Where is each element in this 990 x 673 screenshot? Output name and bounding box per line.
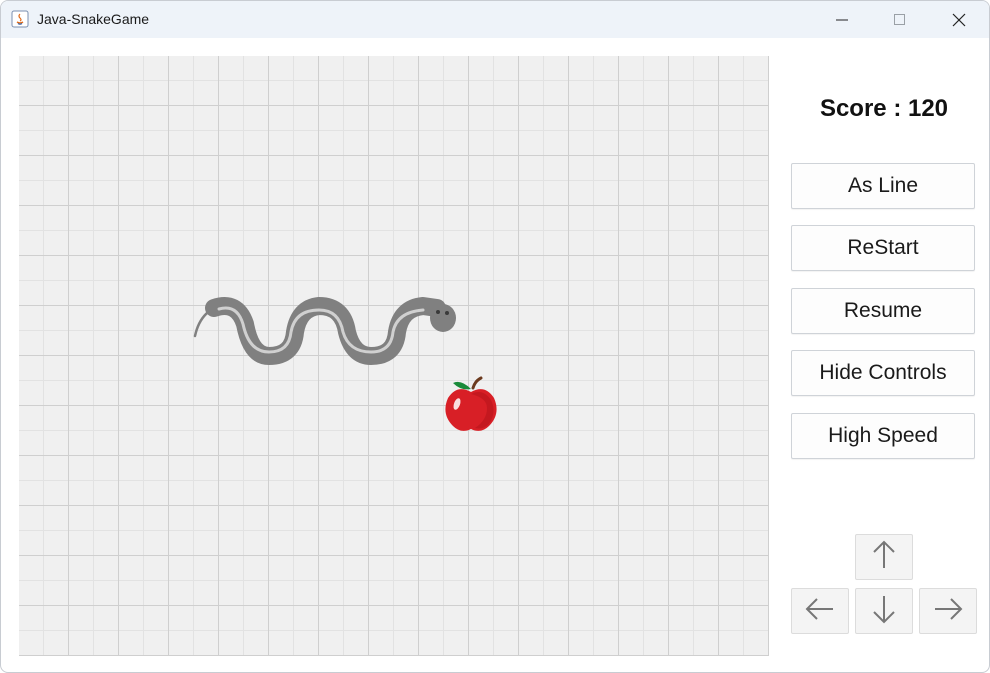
arrow-down-icon <box>872 594 896 629</box>
arrow-right-icon <box>933 597 963 626</box>
maximize-button[interactable] <box>871 1 929 38</box>
close-icon <box>952 13 966 27</box>
restart-button[interactable]: ReStart <box>791 225 975 271</box>
as-line-button[interactable]: As Line <box>791 163 975 209</box>
app-window: Java-SnakeGame Score: 120 As Line ReSta… <box>0 0 990 673</box>
snake <box>193 297 456 365</box>
java-app-icon <box>11 10 29 28</box>
move-down-button[interactable] <box>855 588 913 634</box>
title-bar[interactable]: Java-SnakeGame <box>1 1 989 38</box>
maximize-icon <box>894 13 906 26</box>
move-up-button[interactable] <box>855 534 913 580</box>
resume-button[interactable]: Resume <box>791 288 975 334</box>
apple-icon <box>443 376 499 434</box>
arrow-up-icon <box>872 540 896 575</box>
game-board[interactable] <box>19 56 769 656</box>
high-speed-button[interactable]: High Speed <box>791 413 975 459</box>
window-title: Java-SnakeGame <box>37 11 150 27</box>
hide-controls-button[interactable]: Hide Controls <box>791 350 975 396</box>
minimize-button[interactable] <box>813 1 871 38</box>
arrow-left-icon <box>805 597 835 626</box>
close-button[interactable] <box>930 1 988 38</box>
score-display: Score : 120 <box>791 95 977 123</box>
score-label: Score : 120 <box>819 95 949 122</box>
move-left-button[interactable] <box>791 588 849 634</box>
minimize-icon <box>836 14 848 26</box>
move-right-button[interactable] <box>919 588 977 634</box>
